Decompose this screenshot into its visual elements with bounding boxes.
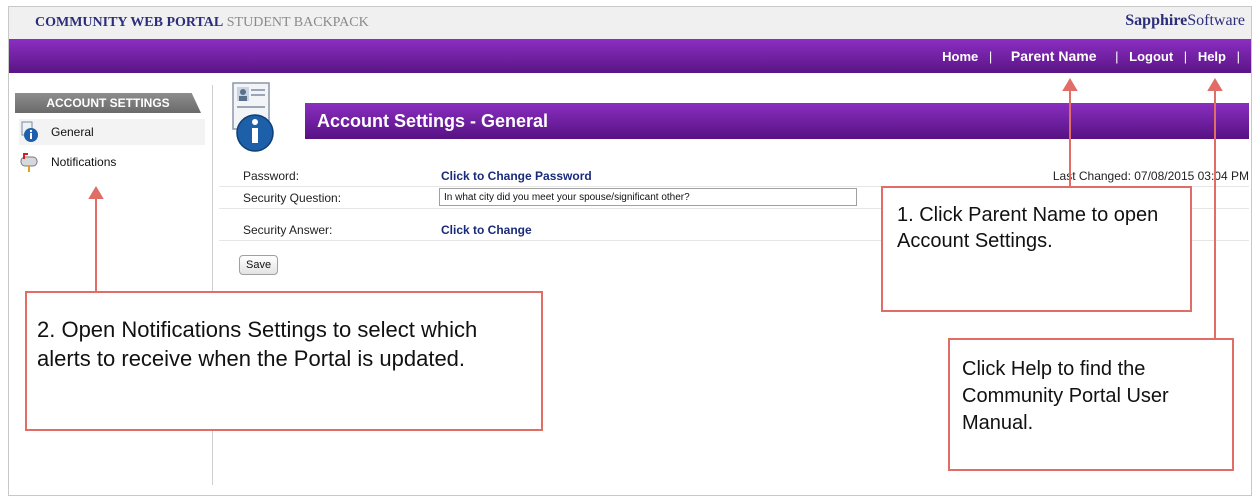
callout-parent-name: 1. Click Parent Name to open Account Set… bbox=[881, 186, 1192, 312]
last-changed-text: Last Changed: 07/08/2015 03:04 PM bbox=[1052, 169, 1249, 183]
nav-separator: | bbox=[1183, 49, 1188, 64]
password-label: Password: bbox=[243, 169, 300, 183]
company-name-light: Software bbox=[1187, 12, 1245, 29]
page-title: Account Settings - General bbox=[305, 103, 1249, 139]
change-password-link[interactable]: Click to Change Password bbox=[441, 169, 592, 183]
security-question-label: Security Question: bbox=[243, 191, 342, 205]
sidebar-item-notifications[interactable]: Notifications bbox=[19, 149, 205, 175]
change-answer-link[interactable]: Click to Change bbox=[441, 223, 532, 237]
sidebar-header: ACCOUNT SETTINGS bbox=[15, 93, 201, 113]
security-question-input[interactable] bbox=[439, 188, 857, 206]
top-bar: COMMUNITY WEB PORTAL STUDENT BACKPACK Sa… bbox=[9, 7, 1251, 39]
callout-help: Click Help to find the Community Portal … bbox=[948, 338, 1234, 471]
brand-title: COMMUNITY WEB PORTAL bbox=[35, 15, 224, 30]
nav-links: Home | Parent Name | Logout | Help | bbox=[942, 48, 1247, 64]
company-name-bold: Sapphire bbox=[1125, 12, 1188, 29]
mailbox-icon bbox=[20, 153, 38, 172]
sidebar-item-general[interactable]: General bbox=[19, 119, 205, 145]
nav-parent-name-link[interactable]: Parent Name bbox=[1011, 48, 1097, 64]
sidebar-item-label: Notifications bbox=[51, 155, 117, 169]
account-info-icon bbox=[232, 82, 274, 152]
nav-logout-link[interactable]: Logout bbox=[1129, 49, 1173, 64]
info-icon bbox=[21, 121, 38, 142]
brand-subtitle: STUDENT BACKPACK bbox=[226, 15, 369, 30]
nav-separator: | bbox=[1115, 49, 1119, 64]
security-answer-label: Security Answer: bbox=[243, 223, 333, 237]
portal-brand: COMMUNITY WEB PORTAL STUDENT BACKPACK bbox=[35, 15, 369, 31]
nav-home-link[interactable]: Home bbox=[942, 49, 978, 64]
password-row: Password: Click to Change Password Last … bbox=[219, 165, 1249, 187]
company-logo: SapphireSoftware bbox=[1125, 12, 1245, 30]
nav-separator: | bbox=[988, 49, 993, 64]
callout-notifications: 2. Open Notifications Settings to select… bbox=[25, 291, 543, 431]
nav-bar: Home | Parent Name | Logout | Help | bbox=[9, 39, 1251, 73]
nav-separator: | bbox=[1236, 49, 1240, 64]
sidebar-item-label: General bbox=[51, 125, 94, 139]
save-button[interactable]: Save bbox=[239, 255, 279, 275]
nav-help-link[interactable]: Help bbox=[1198, 49, 1226, 64]
